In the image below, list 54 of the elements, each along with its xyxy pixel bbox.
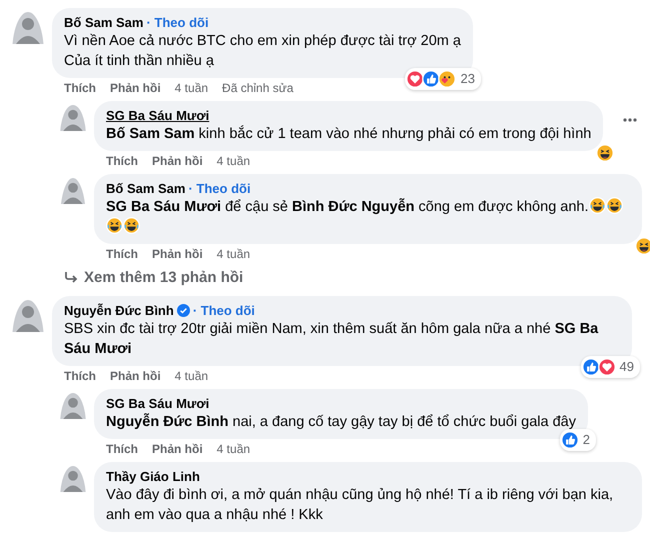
laughing-face-icon (635, 237, 650, 255)
timestamp[interactable]: 4 tuần (216, 154, 250, 169)
reaction-summary[interactable]: 2 (560, 428, 596, 450)
author-name[interactable]: SG Ba Sáu Mươi (106, 107, 210, 124)
action-link[interactable]: Thích (106, 154, 138, 169)
follow-link[interactable]: · Theo dõi (192, 302, 255, 318)
laughing-face-icon (596, 144, 614, 162)
comment-text: Vì nền Aoe cả nước BTC cho em xin phép được tài trợ 20m ạ Của ít tinh thần nhiều ạ (64, 32, 461, 71)
action-link[interactable]: Thích (64, 368, 96, 384)
author-name[interactable]: Bố Sam Sam (106, 180, 186, 197)
action-link[interactable]: Phản hồi (152, 442, 203, 456)
timestamp[interactable]: 4 tuần (174, 368, 208, 384)
reaction-count: 2 (582, 430, 590, 448)
thumbs-up-icon (560, 430, 579, 448)
avatar[interactable] (60, 392, 86, 418)
timestamp[interactable]: 4 tuần (174, 81, 208, 96)
action-link[interactable]: Phản hồi (152, 247, 203, 262)
view-more-replies-link[interactable]: Xem thêm 13 phản hồi (64, 267, 244, 290)
comment-text: Vào đây đi bình ơi, a mở quán nhậu cũng ủng hộ nhé! Tí a ib riêng với bạn kia, anh em vào qua a nhậu nhé ! Kkk (106, 486, 614, 524)
tears-of-joy-icon (588, 197, 606, 214)
follow-link[interactable]: · Theo dõi (146, 14, 209, 31)
hugging-face-icon (438, 70, 456, 88)
reaction-summary[interactable]: 49 (580, 356, 640, 378)
reaction-summary[interactable]: 23 (405, 68, 481, 90)
author-name[interactable]: Bố Sam Sam (64, 14, 144, 31)
action-link[interactable]: Phản hồi (110, 368, 161, 384)
reaction-summary[interactable] (634, 236, 650, 256)
reaction-count: 23 (460, 70, 475, 88)
author-name[interactable]: Thầy Giáo Linh (106, 468, 200, 484)
edited-label: Đã chỉnh sửa (222, 81, 294, 96)
thumbs-up-icon (422, 70, 440, 88)
avatar[interactable] (12, 12, 44, 44)
tears-of-joy-icon (106, 217, 123, 234)
comment-text: Bố Sam Sam kinh bắc cử 1 team vào nhé nhưng phải có em trong đội hình (106, 124, 592, 144)
tears-of-joy-icon (606, 197, 623, 214)
follow-link[interactable]: · Theo dõi (188, 180, 251, 197)
action-link[interactable]: Thích (106, 442, 138, 456)
reaction-count: 49 (620, 358, 634, 376)
thumbs-up-icon (582, 358, 600, 376)
author-name[interactable]: SG Ba Sáu Mươi (106, 394, 210, 412)
action-link[interactable]: Phản hồi (110, 81, 161, 96)
avatar[interactable] (60, 466, 86, 492)
comment-text: SG Ba Sáu Mươi để cậu sẻ Bình Đức Nguyễn cõng em được không anh. (106, 197, 630, 237)
avatar[interactable] (60, 105, 86, 131)
tears-of-joy-icon (123, 217, 140, 234)
timestamp[interactable]: 4 tuần (216, 442, 250, 456)
comment-text: Nguyễn Đức Bình nai, a đang cố tay gậy tay bị để tổ chức buổi gala đây (106, 412, 576, 432)
comment-text: SBS xin đc tài trợ 20tr giải miền Nam, xin thêm suất ăn hôm gala nữa a nhé SG Ba Sáu Mươi (64, 320, 600, 358)
timestamp[interactable]: 4 tuần (216, 247, 250, 262)
action-link[interactable]: Phản hồi (152, 154, 203, 169)
reply-arrow-icon (64, 272, 78, 284)
author-name[interactable]: Nguyễn Đức Bình (64, 302, 174, 318)
action-link[interactable]: Thích (106, 247, 138, 262)
action-link[interactable]: Thích (64, 81, 96, 96)
